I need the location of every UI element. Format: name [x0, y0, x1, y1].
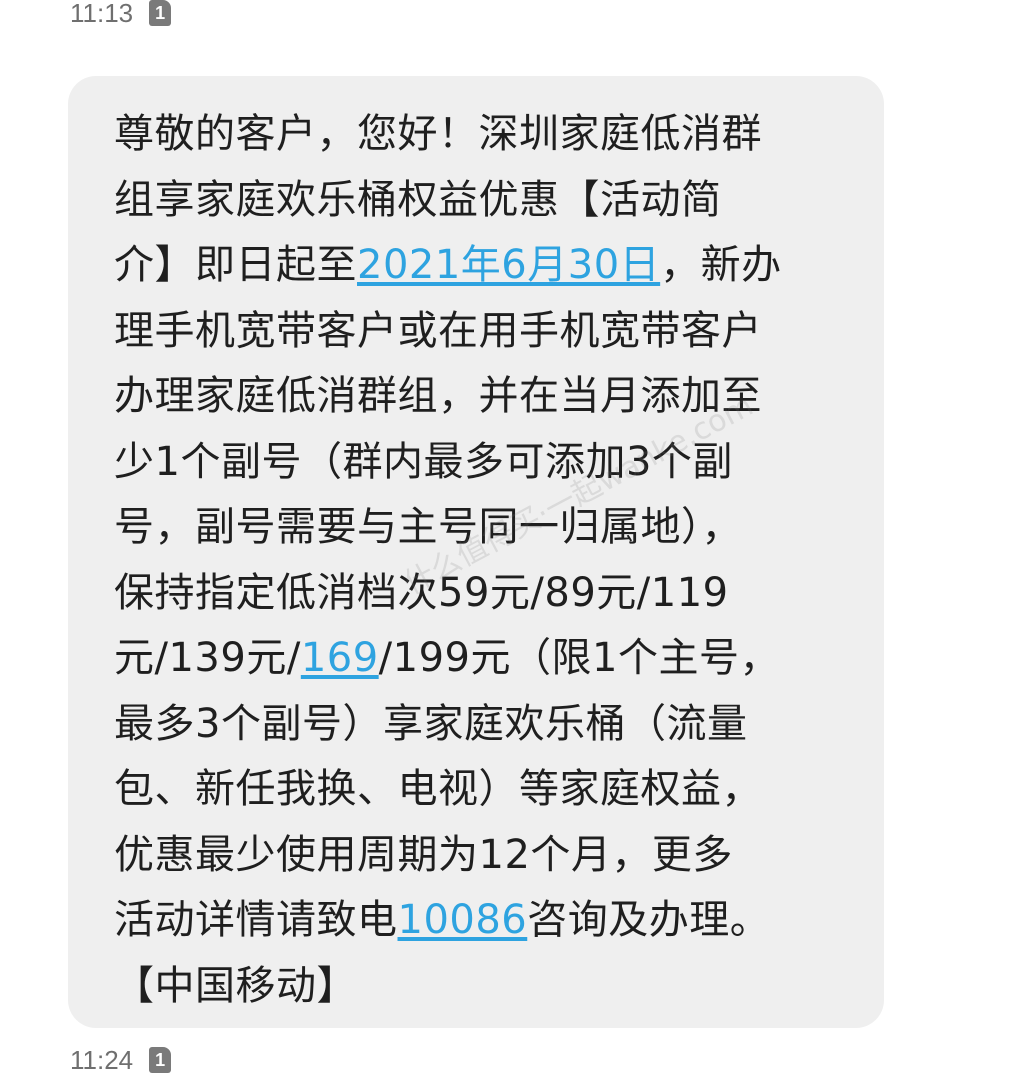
message-text: 办理家庭低消群组，并在当月添加至 — [114, 373, 762, 419]
message-text: 介】即日起至 — [114, 242, 357, 288]
message-text: ，新办 — [660, 242, 782, 288]
message-line: 元/139元/169/199元（限1个主号， — [114, 626, 844, 692]
timestamp-text: 11:13 — [70, 0, 134, 28]
message-text: 元/139元/ — [114, 635, 301, 681]
message-line: 理手机宽带客户或在用手机宽带客户 — [114, 299, 844, 365]
message-line: 优惠最少使用周期为12个月，更多 — [114, 823, 844, 889]
message-line: 号，副号需要与主号同一归属地）， — [114, 495, 844, 561]
message-text: 【中国移动】 — [114, 962, 357, 1009]
message-timestamp-top: 11:13 1 — [70, 0, 172, 28]
message-timestamp-bottom: 11:24 1 — [70, 1045, 172, 1075]
message-text: 尊敬的客户，您好！深圳家庭低消群 — [114, 111, 762, 157]
message-line: 少1个副号（群内最多可添加3个副 — [114, 430, 844, 496]
sim-card-icon: 1 — [149, 0, 172, 26]
message-text: 理手机宽带客户或在用手机宽带客户 — [114, 307, 762, 354]
timestamp-text: 11:24 — [70, 1045, 134, 1075]
message-body: 尊敬的客户，您好！深圳家庭低消群 组享家庭欢乐桶权益优惠【活动简 介】即日起至202… — [114, 102, 844, 1019]
message-text: 活动详情请致电 — [114, 897, 398, 943]
message-text: 组享家庭欢乐桶权益优惠【活动简 — [114, 176, 722, 223]
message-text: 优惠最少使用周期为12个月，更多 — [114, 831, 733, 878]
message-text: 包、新任我换、电视）等家庭权益， — [114, 766, 762, 812]
message-link[interactable]: 10086 — [398, 897, 528, 943]
message-text: 号，副号需要与主号同一归属地）， — [114, 504, 742, 550]
message-text: 少1个副号（群内最多可添加3个副 — [114, 438, 733, 485]
message-line: 包、新任我换、电视）等家庭权益， — [114, 757, 844, 823]
message-line: 最多3个副号）享家庭欢乐桶（流量 — [114, 692, 844, 758]
sms-message-bubble[interactable]: 尊敬的客户，您好！深圳家庭低消群 组享家庭欢乐桶权益优惠【活动简 介】即日起至202… — [68, 76, 884, 1028]
sim-card-icon: 1 — [149, 1047, 172, 1073]
message-line: 【中国移动】 — [114, 954, 844, 1020]
message-line: 活动详情请致电10086咨询及办理。 — [114, 888, 844, 954]
message-line: 保持指定低消档次59元/89元/119 — [114, 561, 844, 627]
message-text: /199元（限1个主号， — [378, 635, 780, 681]
message-line: 办理家庭低消群组，并在当月添加至 — [114, 364, 844, 430]
message-text: 咨询及办理。 — [527, 897, 771, 943]
message-text: 最多3个副号）享家庭欢乐桶（流量 — [114, 700, 748, 747]
message-line: 组享家庭欢乐桶权益优惠【活动简 — [114, 168, 844, 234]
message-line: 介】即日起至2021年6月30日，新办 — [114, 233, 844, 299]
message-text: 保持指定低消档次59元/89元/119 — [114, 569, 729, 616]
message-link[interactable]: 2021年6月30日 — [357, 242, 660, 288]
message-link[interactable]: 169 — [301, 635, 379, 681]
message-line: 尊敬的客户，您好！深圳家庭低消群 — [114, 102, 844, 168]
